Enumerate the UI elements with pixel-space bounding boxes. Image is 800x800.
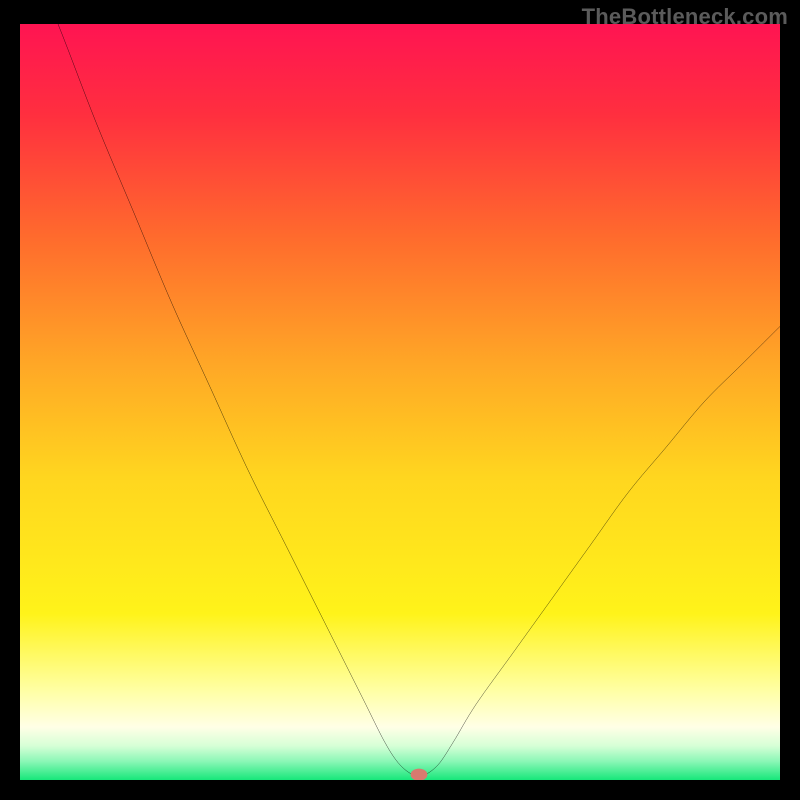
- chart-background: [20, 24, 780, 780]
- chart-frame: TheBottleneck.com: [0, 0, 800, 800]
- bottleneck-chart: [20, 24, 780, 780]
